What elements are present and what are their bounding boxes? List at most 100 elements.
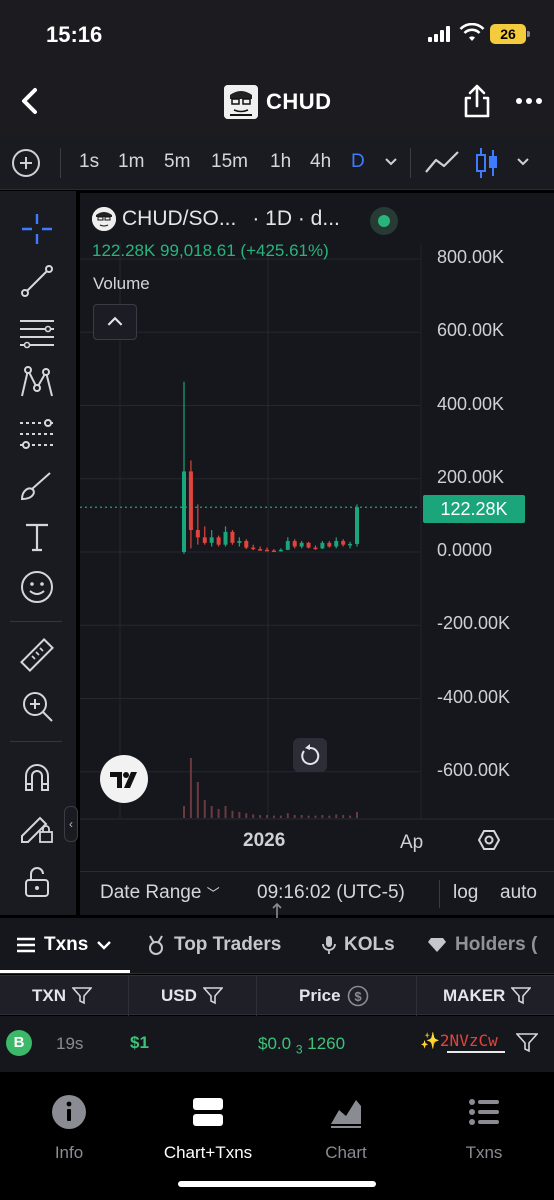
text-tool-icon[interactable] (18, 518, 56, 556)
candle-body (244, 541, 249, 548)
nav-chart-txns[interactable]: Chart+Txns (148, 1094, 268, 1163)
y-axis-tick: -600.00K (437, 759, 511, 780)
collapse-sidebar-button[interactable]: ‹ (64, 806, 78, 842)
nav-label: Txns (465, 1143, 503, 1162)
tab-kols[interactable]: KOLs (322, 934, 395, 956)
volume-bar (252, 814, 255, 818)
tab-txns[interactable]: Txns (16, 934, 112, 956)
list-icon (469, 1099, 499, 1125)
horizontal-lines-tool-icon[interactable] (18, 313, 56, 351)
column-divider (416, 976, 417, 1016)
txn-maker[interactable]: ✨2NVzCw (420, 1031, 498, 1050)
filter-icon[interactable] (202, 987, 223, 1005)
candle-body (188, 471, 193, 531)
sidebar-divider (10, 621, 62, 622)
filter-icon[interactable] (511, 987, 532, 1005)
ohlc-readout: 122.28K 99,018.61 (+425.61%) (92, 241, 329, 260)
ruler-tool-icon[interactable] (18, 636, 56, 674)
back-chevron-icon[interactable] (14, 82, 48, 120)
add-indicator-icon[interactable] (12, 149, 40, 177)
chevron-down-icon[interactable] (514, 151, 532, 171)
volume-bar (203, 800, 206, 818)
volume-bar (266, 815, 269, 818)
candle-body (237, 541, 242, 543)
nav-info[interactable]: Info (9, 1094, 129, 1163)
volume-bar (342, 815, 345, 818)
volume-label: Volume (93, 274, 150, 293)
tab-holders[interactable]: Holders ( (427, 934, 537, 956)
chart-settings-icon[interactable] (478, 829, 500, 851)
candle-body (278, 549, 283, 552)
volume-bar (300, 815, 303, 818)
volume-bar (356, 812, 358, 818)
filter-icon[interactable] (72, 987, 92, 1005)
lock-drawings-icon[interactable] (18, 808, 56, 846)
toolbar-divider (60, 148, 61, 178)
y-axis-tick: -400.00K (437, 686, 511, 707)
pair-avatar (92, 207, 116, 231)
trend-line-tool-icon[interactable] (18, 262, 56, 300)
crosshair-tool-icon[interactable] (18, 210, 56, 248)
reset-zoom-icon[interactable] (293, 738, 327, 772)
auto-scale-toggle[interactable]: auto (500, 882, 537, 904)
timezone-clock[interactable]: 09:16:02 (UTC-5) (257, 882, 405, 904)
maker-underline (447, 1051, 505, 1053)
candle-body (216, 537, 221, 545)
share-icon[interactable] (462, 82, 492, 120)
timeframe-1h[interactable]: 1h (270, 151, 291, 173)
unlock-icon[interactable] (18, 863, 56, 901)
filter-icon[interactable] (516, 1033, 538, 1053)
magnet-icon[interactable] (18, 758, 56, 796)
wifi-icon (459, 23, 485, 41)
candle-body (209, 537, 214, 543)
brush-tool-icon[interactable] (18, 467, 56, 505)
chart-footer: Date Range ﹀ 09:16:02 (UTC-5) log auto (80, 871, 554, 915)
candle-body (355, 507, 359, 544)
volume-bar (307, 815, 310, 818)
candle-body (258, 549, 263, 551)
candlestick-chart-type-icon[interactable] (474, 146, 500, 180)
collapse-legend-button[interactable] (93, 304, 137, 340)
timeframe-15m[interactable]: 15m (211, 151, 248, 173)
y-axis-tick: 800.00K (437, 247, 505, 267)
nav-txns[interactable]: Txns (424, 1094, 544, 1163)
price-chart[interactable]: CHUD/SO... · 1D · d... 122.28K 99,018.61… (80, 193, 554, 915)
column-header-price[interactable]: Price $ (299, 976, 369, 1016)
pattern-tool-icon[interactable] (18, 364, 56, 402)
table-row[interactable]: B 19s $1 $0.0 3 1260 ✨2NVzCw (0, 1016, 554, 1072)
timeframe-5m[interactable]: 5m (164, 151, 190, 173)
nav-chart[interactable]: Chart (286, 1094, 406, 1163)
token-avatar (224, 85, 258, 119)
pair-name[interactable]: CHUD/SO... (122, 207, 236, 231)
column-header-maker[interactable]: MAKER (443, 976, 532, 1016)
dollar-circle-icon[interactable]: $ (347, 985, 369, 1007)
timeframe-1m[interactable]: 1m (118, 151, 144, 173)
txn-usd: $1 (130, 1033, 149, 1052)
candle-body (341, 541, 346, 545)
nav-label: Chart+Txns (163, 1143, 253, 1162)
timeframe-1s[interactable]: 1s (79, 151, 99, 173)
tradingview-logo[interactable] (100, 755, 148, 803)
timeframe-4h[interactable]: 4h (310, 151, 331, 173)
column-divider (128, 976, 129, 1016)
log-scale-toggle[interactable]: log (453, 882, 478, 904)
emoji-tool-icon[interactable] (18, 568, 56, 606)
price-prefix: $0.0 (258, 1034, 292, 1053)
status-bar: 15:16 26 (0, 0, 554, 68)
line-chart-type-icon[interactable] (424, 148, 460, 176)
timeframe-d[interactable]: D (351, 151, 365, 173)
volume-bar (238, 812, 241, 818)
date-range-dropdown[interactable]: Date Range ﹀ (100, 882, 220, 904)
tab-top-traders[interactable]: Top Traders (146, 934, 281, 956)
column-header-usd[interactable]: USD (161, 976, 223, 1016)
column-header-txn[interactable]: TXN (32, 976, 92, 1016)
y-axis-tick: 200.00K (437, 466, 505, 487)
active-tab-indicator (0, 970, 130, 973)
x-axis-tick: 2026 (243, 830, 286, 851)
chevron-down-icon: ﹀ (206, 886, 220, 901)
zoom-in-icon[interactable] (18, 687, 56, 725)
fib-retracement-tool-icon[interactable] (18, 415, 56, 453)
info-icon (52, 1095, 86, 1129)
chevron-down-icon[interactable] (382, 151, 400, 171)
more-options-icon[interactable] (515, 90, 543, 112)
